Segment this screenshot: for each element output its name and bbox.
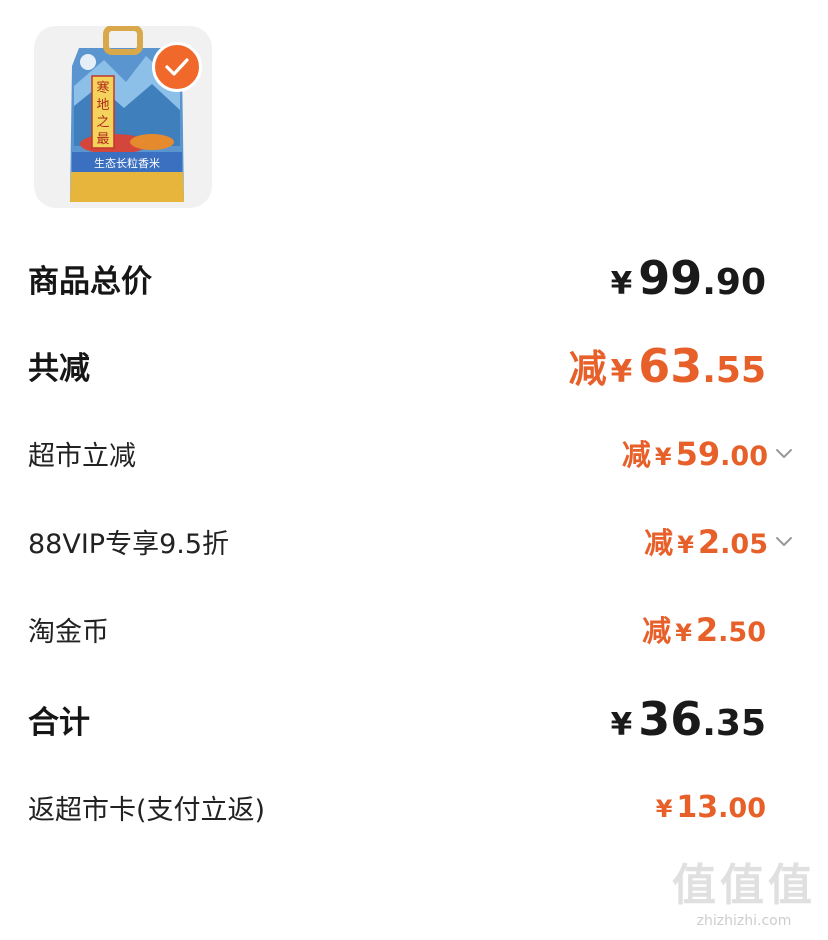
bag-subtitle: 生态长粒香米 xyxy=(94,156,160,170)
discount-prefix: 减 xyxy=(568,346,607,391)
row-label: 商品总价 xyxy=(28,263,152,300)
watermark-logo: 值值值 xyxy=(672,860,816,911)
bag-title-char-2: 地 xyxy=(96,98,109,113)
amount-integer: 2 xyxy=(697,523,721,561)
selected-check-badge[interactable] xyxy=(152,42,202,92)
amount-decimal: .00 xyxy=(718,792,766,824)
goods-total-amount: ¥ 99 .90 xyxy=(611,251,766,305)
watermark: 值值值 zhizhizhi.com xyxy=(672,860,816,930)
amount-integer: 99 xyxy=(638,251,703,305)
amount-decimal: .00 xyxy=(720,441,768,472)
row-total-discount: 共减 减 ¥ 63 .55 xyxy=(0,338,828,393)
chevron-down-icon[interactable] xyxy=(774,534,794,548)
row-goods-total: 商品总价 ¥ 99 .90 xyxy=(0,251,828,305)
amount-decimal: .50 xyxy=(718,617,766,648)
bag-title-char-4: 最 xyxy=(96,132,109,147)
row-label: 超市立减 xyxy=(28,440,136,472)
discount-prefix: 减 xyxy=(644,526,674,560)
row-label: 返超市卡(支付立返) xyxy=(28,794,266,826)
vip-discount-amount: 减 ¥ 2 .05 xyxy=(644,520,794,562)
bag-title-char-3: 之 xyxy=(96,115,109,130)
amount-integer: 59 xyxy=(675,435,721,473)
checkmark-icon xyxy=(165,58,189,76)
currency-symbol: ¥ xyxy=(610,266,633,302)
rebate-amount: ¥ 13 .00 xyxy=(656,790,766,825)
amount-integer: 2 xyxy=(695,611,719,649)
watermark-url: zhizhizhi.com xyxy=(696,913,792,929)
currency-symbol: ¥ xyxy=(610,707,633,743)
row-label: 88VIP专享9.5折 xyxy=(28,528,230,560)
row-taojinbi-discount: 淘金币 减 ¥ 2 .50 xyxy=(0,606,828,652)
amount-decimal: .90 xyxy=(702,262,766,303)
currency-symbol: ¥ xyxy=(677,531,694,559)
row-88vip-discount[interactable]: 88VIP专享9.5折 减 ¥ 2 .05 xyxy=(0,518,828,564)
taojinbi-discount-amount: 减 ¥ 2 .50 xyxy=(642,608,766,650)
bag-title-char-1: 寒 xyxy=(96,80,109,96)
currency-symbol: ¥ xyxy=(675,619,692,647)
total-discount-amount: 减 ¥ 63 .55 xyxy=(569,338,766,393)
amount-decimal: .55 xyxy=(702,349,766,391)
currency-symbol: ¥ xyxy=(610,353,633,390)
currency-symbol: ¥ xyxy=(654,443,672,471)
row-supermarket-card-rebate: 返超市卡(支付立返) ¥ 13 .00 xyxy=(0,784,828,830)
amount-integer: 13 xyxy=(676,789,719,825)
currency-symbol: ¥ xyxy=(655,794,673,823)
discount-prefix: 减 xyxy=(621,438,651,472)
discount-prefix: 减 xyxy=(642,614,672,648)
amount-decimal: .05 xyxy=(720,529,768,560)
amount-decimal: .35 xyxy=(702,703,766,744)
row-label: 淘金币 xyxy=(28,616,109,648)
amount-integer: 36 xyxy=(638,692,703,746)
grand-total-amount: ¥ 36 .35 xyxy=(611,692,766,746)
supermarket-discount-amount: 减 ¥ 59 .00 xyxy=(622,432,794,474)
row-grand-total: 合计 ¥ 36 .35 xyxy=(0,692,828,746)
row-label: 合计 xyxy=(28,704,90,741)
chevron-down-icon[interactable] xyxy=(774,446,794,460)
row-label: 共减 xyxy=(28,350,90,387)
amount-integer: 63 xyxy=(638,338,703,393)
row-supermarket-discount[interactable]: 超市立减 减 ¥ 59 .00 xyxy=(0,430,828,476)
